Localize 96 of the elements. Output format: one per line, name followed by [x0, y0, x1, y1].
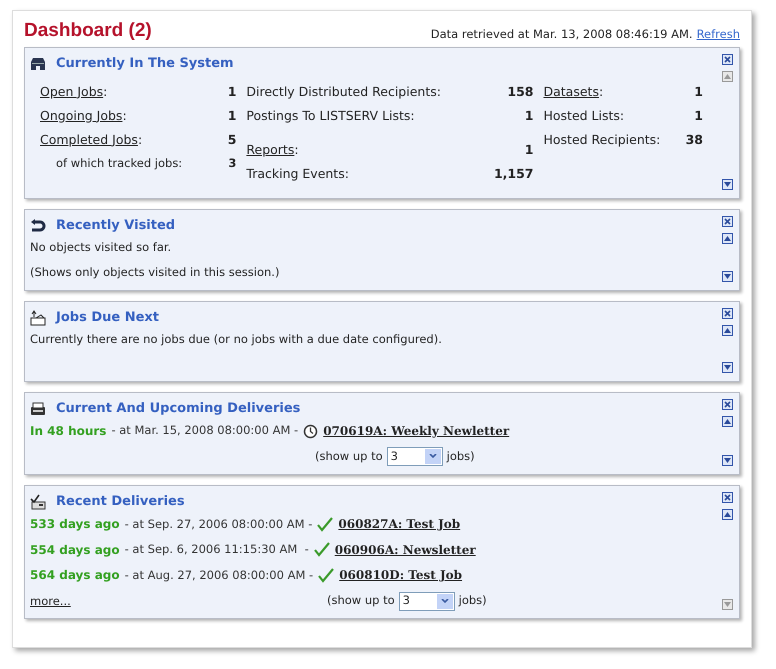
- caret-up-icon: [724, 512, 731, 516]
- colon-text: :: [138, 130, 142, 149]
- close-icon: [724, 218, 731, 225]
- delivery-date: - at Aug. 27, 2006 08:00:00 AM -: [124, 566, 314, 584]
- caret-down-icon: [724, 274, 731, 278]
- stat-value: 1: [694, 82, 703, 101]
- delivery-date: - at Mar. 15, 2008 08:00:00 AM -: [111, 422, 298, 440]
- move-down-button[interactable]: [722, 270, 733, 282]
- colon-text: :: [598, 82, 604, 101]
- chevron-down-icon: [436, 594, 453, 608]
- stat-value: 1,157: [494, 164, 534, 183]
- delivery-time: 554 days ago: [30, 542, 120, 559]
- panel-title: Current And Upcoming Deliveries: [56, 400, 300, 418]
- caret-down-icon: [724, 364, 731, 370]
- close-button[interactable]: [722, 492, 733, 502]
- colon-text: :: [294, 140, 299, 159]
- limit-label: (show up to: [315, 448, 383, 465]
- stat-label: Hosted Lists:: [544, 106, 624, 125]
- close-icon: [724, 310, 731, 316]
- clock-icon: [303, 424, 318, 438]
- dashboard-title: Dashboard (2): [24, 19, 152, 43]
- stat-link[interactable]: Completed Jobs: [40, 130, 138, 150]
- stat-value: 1: [694, 106, 703, 125]
- info-text: No objects visited so far.: [30, 239, 172, 256]
- checkmark-icon: [317, 516, 334, 532]
- close-icon: [724, 56, 731, 63]
- checked-tray-icon: [30, 494, 46, 510]
- stat-label: Tracking Events:: [246, 164, 349, 183]
- move-up-button[interactable]: [722, 324, 733, 336]
- panel-title: Recent Deliveries: [56, 492, 185, 511]
- close-button[interactable]: [722, 216, 733, 227]
- stat-label: of which tracked jobs:: [56, 155, 182, 172]
- colon-text: :: [122, 106, 127, 125]
- close-icon: [724, 494, 731, 500]
- stat-value: 1: [228, 106, 236, 125]
- limit-label: jobs): [458, 592, 487, 610]
- info-text: Currently there are no jobs due (or no jobs with a due date configured).: [30, 330, 443, 348]
- limit-label: jobs): [446, 448, 475, 465]
- delivery-date: - at Sep. 27, 2006 08:00:00 AM -: [124, 516, 312, 533]
- panel-title: Currently In The System: [56, 55, 234, 74]
- caret-up-icon: [724, 328, 731, 332]
- stat-value: 5: [228, 130, 236, 149]
- stat-link[interactable]: Reports: [246, 140, 294, 160]
- refresh-link[interactable]: Refresh: [696, 26, 740, 43]
- caret-down-icon: [724, 458, 731, 462]
- close-button[interactable]: [722, 398, 733, 410]
- stat-value: 1: [228, 82, 236, 101]
- delivery-time: 533 days ago: [30, 516, 120, 534]
- jobs-limit-dropdown[interactable]: 3: [386, 447, 443, 466]
- stat-value: 1: [524, 106, 534, 125]
- stat-label: Directly Distributed Recipients:: [246, 82, 441, 101]
- jobs-limit-dropdown[interactable]: 3: [398, 592, 455, 610]
- close-icon: [724, 400, 731, 408]
- job-link[interactable]: 070619A: Weekly Newletter: [323, 422, 510, 440]
- caret-down-icon: [724, 182, 731, 187]
- caret-up-icon: [724, 236, 731, 241]
- inbox-tray-icon: [30, 310, 46, 326]
- caret-up-icon: [724, 418, 731, 424]
- printer-icon: [30, 402, 46, 416]
- stat-link[interactable]: Ongoing Jobs: [40, 106, 122, 126]
- move-down-button[interactable]: [722, 454, 733, 466]
- caret-down-icon: [724, 602, 731, 607]
- move-up-button[interactable]: [722, 233, 733, 244]
- close-button[interactable]: [722, 54, 733, 65]
- move-up-button[interactable]: [722, 508, 733, 520]
- job-link[interactable]: 060810D: Test Job: [339, 566, 462, 584]
- chevron-down-icon: [424, 449, 441, 464]
- checkmark-icon: [318, 568, 334, 583]
- stat-value: 38: [686, 130, 703, 149]
- building-icon: [30, 57, 46, 71]
- panel-title: Jobs Due Next: [56, 308, 160, 327]
- stat-value: 1: [524, 140, 534, 159]
- info-text: (Shows only objects visited in this session.): [30, 264, 280, 282]
- panel-title: Recently Visited: [56, 217, 176, 236]
- close-button[interactable]: [722, 308, 733, 318]
- move-down-button[interactable]: [722, 179, 733, 190]
- stat-link[interactable]: Datasets: [544, 82, 599, 102]
- stat-value: 158: [507, 82, 534, 101]
- checkmark-icon: [314, 542, 330, 558]
- retrieved-text: Data retrieved at Mar. 13, 2008 08:46:19 AM.: [430, 26, 693, 43]
- limit-label: (show up to: [327, 592, 395, 610]
- stat-label: Hosted Recipients:: [544, 130, 660, 149]
- stat-value: 3: [228, 155, 236, 172]
- return-arrow-icon: [30, 219, 46, 233]
- stat-label: Postings To LISTSERV Lists:: [246, 106, 415, 125]
- move-down-button[interactable]: [722, 362, 733, 372]
- delivery-time: 564 days ago: [30, 567, 120, 584]
- stat-link[interactable]: Open Jobs: [40, 82, 104, 102]
- job-link[interactable]: 060906A: Newsletter: [334, 540, 476, 559]
- delivery-time: In 48 hours: [30, 423, 106, 440]
- more-link[interactable]: more...: [30, 594, 71, 608]
- job-link[interactable]: 060827A: Test Job: [338, 515, 460, 534]
- delivery-date: - at Sep. 6, 2006 11:15:30 AM -: [124, 541, 309, 558]
- move-up-button[interactable]: [722, 416, 733, 426]
- caret-up-icon: [724, 74, 731, 79]
- colon-text: :: [103, 82, 108, 101]
